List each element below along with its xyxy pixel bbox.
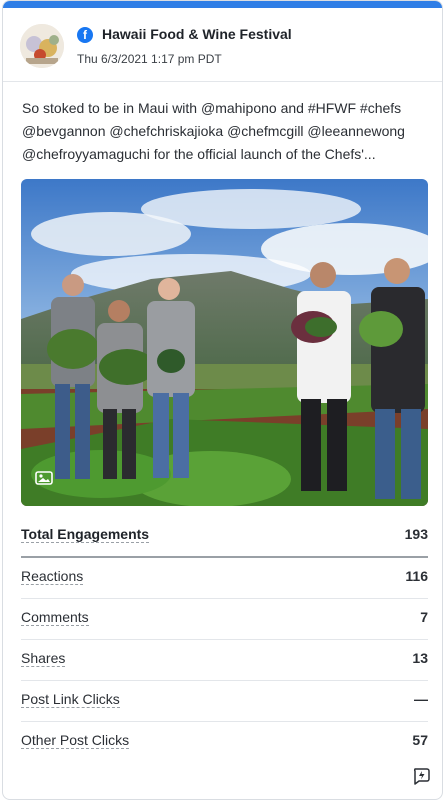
metric-value: 116	[405, 568, 428, 584]
avatar-image	[20, 24, 64, 68]
metric-value: 193	[404, 526, 428, 542]
metric-label[interactable]: Post Link Clicks	[21, 691, 120, 708]
image-icon	[35, 471, 53, 485]
metric-label[interactable]: Other Post Clicks	[21, 732, 130, 749]
metric-row-other-post-clicks: Other Post Clicks 57	[21, 722, 428, 762]
metric-label[interactable]: Reactions	[21, 568, 84, 585]
post-card: f Hawaii Food & Wine Festival Thu 6/3/20…	[2, 0, 443, 800]
metric-label[interactable]: Shares	[21, 650, 66, 667]
metric-label[interactable]: Comments	[21, 609, 89, 626]
post-timestamp: Thu 6/3/2021 1:17 pm PDT	[77, 52, 222, 66]
metrics-list: Total Engagements 193 Reactions 116 Comm…	[21, 516, 428, 762]
post-photo	[21, 179, 428, 506]
accent-bar	[3, 1, 442, 8]
metric-row-total-engagements: Total Engagements 193	[21, 516, 428, 558]
facebook-icon: f	[77, 27, 93, 43]
metric-row-comments: Comments 7	[21, 599, 428, 640]
metric-row-shares: Shares 13	[21, 640, 428, 681]
page-name[interactable]: Hawaii Food & Wine Festival	[102, 26, 292, 42]
avatar[interactable]	[20, 24, 64, 68]
boost-post-icon[interactable]	[412, 767, 430, 785]
metric-row-post-link-clicks: Post Link Clicks —	[21, 681, 428, 722]
metric-label[interactable]: Total Engagements	[21, 526, 150, 543]
metric-value: 57	[412, 732, 428, 748]
metric-value: 13	[412, 650, 428, 666]
metric-value: —	[414, 691, 428, 707]
post-caption: So stoked to be in Maui with @mahipono a…	[22, 100, 405, 162]
metric-row-reactions: Reactions 116	[21, 558, 428, 599]
post-header: f Hawaii Food & Wine Festival Thu 6/3/20…	[3, 8, 442, 82]
post-image[interactable]	[21, 179, 428, 506]
metric-value: 7	[420, 609, 428, 625]
